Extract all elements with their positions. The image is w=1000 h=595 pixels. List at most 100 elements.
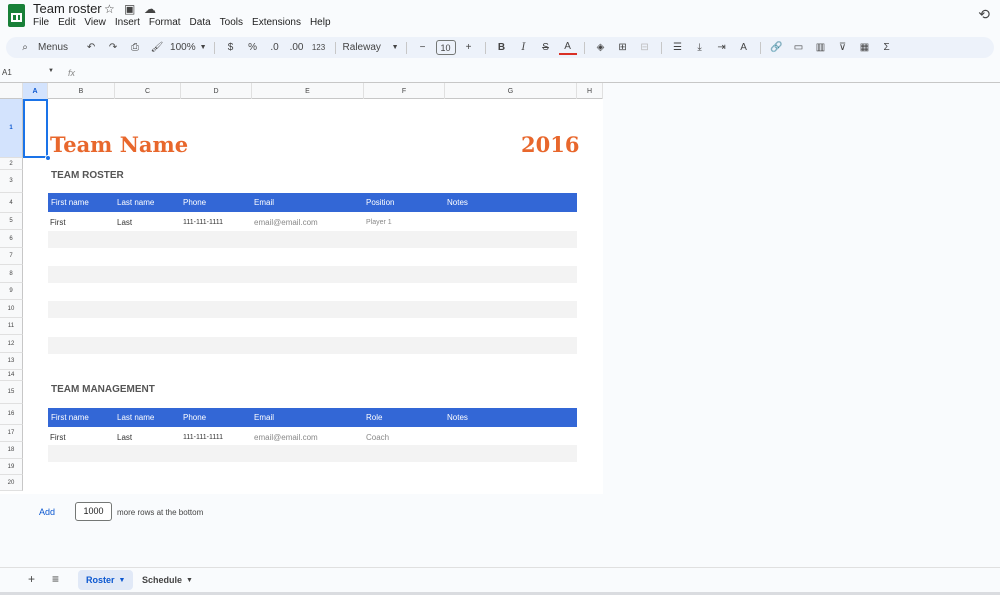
borders-icon[interactable]: ⊞ — [614, 39, 632, 57]
italic-icon[interactable]: I — [515, 39, 533, 57]
column-header-d[interactable]: D — [181, 83, 252, 99]
filter-icon[interactable]: ⊽ — [834, 39, 852, 57]
row-header[interactable]: 11 — [0, 318, 23, 335]
cloud-icon[interactable]: ☁ — [144, 2, 156, 16]
header-phone[interactable]: Phone — [183, 413, 206, 422]
undo-icon[interactable]: ↶ — [82, 39, 100, 57]
active-cell-outline[interactable] — [23, 99, 48, 158]
star-icon[interactable]: ☆ — [104, 2, 115, 16]
header-last-name[interactable]: Last name — [117, 413, 154, 422]
select-all-corner[interactable] — [0, 83, 23, 99]
column-header-g[interactable]: G — [445, 83, 577, 99]
header-first-name[interactable]: First name — [51, 413, 89, 422]
row-header[interactable]: 10 — [0, 300, 23, 318]
table-row[interactable] — [48, 318, 577, 335]
merge-cells-icon[interactable]: ⊟ — [636, 39, 654, 57]
folder-icon[interactable]: ▣ — [124, 2, 135, 16]
cell-last[interactable]: Last — [117, 218, 132, 227]
table-row[interactable] — [48, 248, 577, 265]
row-header[interactable]: 16 — [0, 404, 23, 425]
column-header-c[interactable]: C — [115, 83, 181, 99]
print-icon[interactable]: ⎙ — [126, 39, 144, 57]
table-row[interactable] — [48, 301, 577, 318]
text-rotation-icon[interactable]: A — [735, 39, 753, 57]
header-email[interactable]: Email — [254, 413, 274, 422]
row-header[interactable]: 2 — [0, 158, 23, 170]
horizontal-align-icon[interactable]: ☰ — [669, 39, 687, 57]
version-history-icon[interactable]: ⟲ — [978, 6, 990, 23]
cell-phone[interactable]: 111-111-1111 — [183, 219, 223, 226]
paint-format-icon[interactable]: 🖌 — [148, 39, 166, 57]
row-header[interactable]: 5 — [0, 213, 23, 230]
row-header[interactable]: 6 — [0, 230, 23, 248]
font-size-input[interactable]: 10 — [435, 40, 456, 55]
font-size-increase-icon[interactable]: + — [460, 39, 478, 57]
column-header-b[interactable]: B — [48, 83, 115, 99]
tab-roster[interactable]: Roster ▼ — [78, 570, 134, 590]
row-header[interactable]: 4 — [0, 193, 23, 213]
row-header[interactable]: 8 — [0, 265, 23, 283]
filter-views-icon[interactable]: ▦ — [856, 39, 874, 57]
row-header[interactable]: 17 — [0, 425, 23, 442]
text-wrap-icon[interactable]: ⇥ — [713, 39, 731, 57]
percent-button[interactable]: % — [244, 39, 262, 57]
header-role[interactable]: Role — [366, 413, 382, 422]
menu-data[interactable]: Data — [190, 17, 211, 28]
row-header[interactable]: 15 — [0, 381, 23, 404]
table-row[interactable] — [48, 266, 577, 283]
row-header[interactable]: 3 — [0, 170, 23, 193]
menu-edit[interactable]: Edit — [58, 17, 75, 28]
tab-schedule[interactable]: Schedule ▼ — [134, 570, 201, 590]
header-first-name[interactable]: First name — [51, 198, 89, 207]
name-box[interactable]: A1 ▼ — [2, 68, 58, 77]
add-sheet-icon[interactable]: + — [28, 572, 35, 586]
year-cell[interactable]: 2016 — [521, 132, 579, 157]
fill-handle[interactable] — [45, 155, 51, 161]
insert-chart-icon[interactable]: ▥ — [812, 39, 830, 57]
cell-phone[interactable]: 111-111-1111 — [183, 434, 223, 441]
chevron-down-icon[interactable]: ▼ — [186, 577, 193, 584]
fill-color-icon[interactable]: ◈ — [592, 39, 610, 57]
chevron-down-icon[interactable]: ▼ — [119, 577, 126, 584]
bold-icon[interactable]: B — [493, 39, 511, 57]
row-header[interactable]: 18 — [0, 442, 23, 459]
search-menus[interactable]: Menus — [38, 39, 68, 57]
currency-button[interactable]: $ — [222, 39, 240, 57]
cell-position[interactable]: Player 1 — [366, 219, 392, 226]
team-name-cell[interactable]: Team Name — [50, 132, 188, 157]
header-notes[interactable]: Notes — [447, 413, 468, 422]
increase-decimal-button[interactable]: .00 — [288, 39, 306, 57]
row-header[interactable]: 13 — [0, 353, 23, 370]
document-title[interactable]: Team roster — [33, 1, 102, 16]
menu-tools[interactable]: Tools — [220, 17, 243, 28]
table-row[interactable] — [48, 337, 577, 354]
menu-insert[interactable]: Insert — [115, 17, 140, 28]
table-row[interactable] — [48, 231, 577, 248]
text-color-icon[interactable]: A — [558, 41, 577, 55]
menu-file[interactable]: File — [33, 17, 49, 28]
management-section-title[interactable]: TEAM MANAGEMENT — [51, 384, 155, 395]
search-icon[interactable]: ⌕ — [16, 39, 34, 57]
redo-icon[interactable]: ↷ — [104, 39, 122, 57]
all-sheets-icon[interactable]: ≡ — [52, 572, 59, 586]
cell-role[interactable]: Coach — [366, 433, 389, 442]
row-header[interactable]: 1 — [0, 99, 23, 158]
row-header[interactable]: 12 — [0, 335, 23, 353]
column-header-e[interactable]: E — [252, 83, 364, 99]
font-size-decrease-icon[interactable]: − — [414, 39, 432, 57]
column-header-f[interactable]: F — [364, 83, 445, 99]
column-header-a[interactable]: A — [23, 83, 48, 99]
cell-last[interactable]: Last — [117, 433, 132, 442]
table-row[interactable] — [48, 283, 577, 300]
functions-icon[interactable]: Σ — [878, 39, 896, 57]
header-position[interactable]: Position — [366, 198, 394, 207]
insert-link-icon[interactable]: 🔗 — [768, 39, 786, 57]
vertical-align-icon[interactable]: ⤓ — [691, 39, 709, 57]
roster-section-title[interactable]: TEAM ROSTER — [51, 170, 124, 181]
sheets-logo-icon[interactable] — [8, 4, 25, 27]
font-select[interactable]: Raleway ▼ — [343, 39, 399, 57]
menu-format[interactable]: Format — [149, 17, 181, 28]
zoom-select[interactable]: 100% ▼ — [170, 39, 207, 57]
cell-first[interactable]: First — [50, 218, 66, 227]
header-notes[interactable]: Notes — [447, 198, 468, 207]
